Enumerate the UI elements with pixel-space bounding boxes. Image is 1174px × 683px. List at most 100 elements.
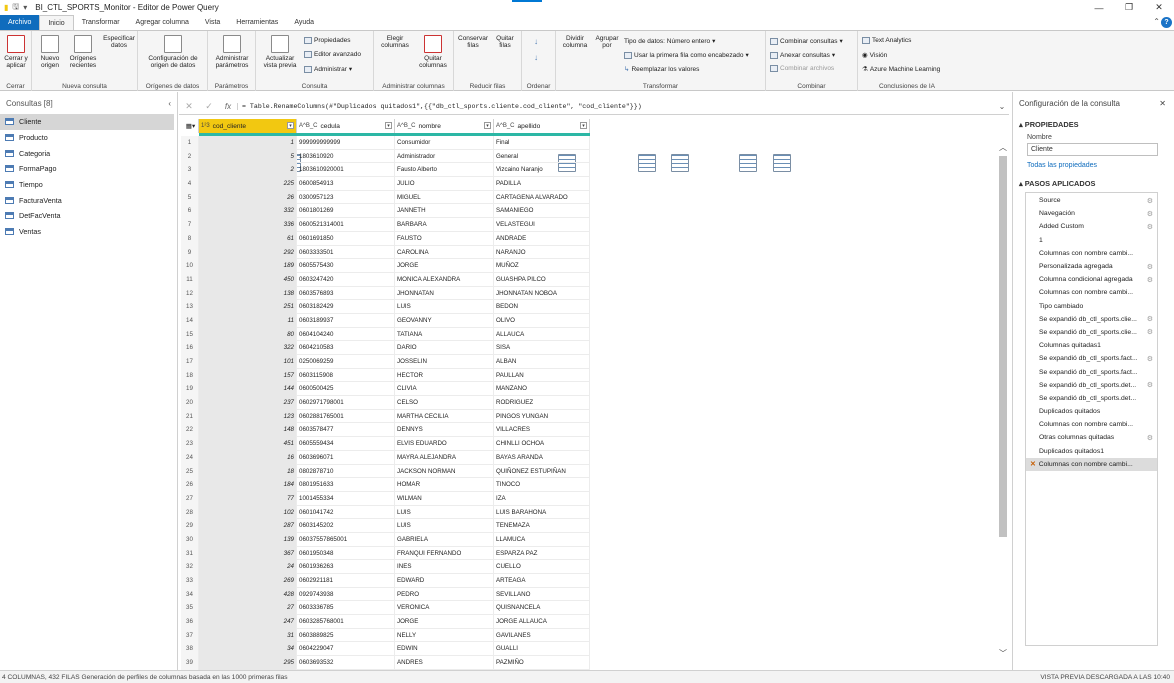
nombre-cell[interactable]: JULIO [395, 177, 494, 191]
row-number[interactable]: 23 [181, 437, 199, 451]
row-number[interactable]: 22 [181, 423, 199, 438]
cedula-cell[interactable]: 0603333501 [297, 245, 395, 260]
cedula-cell[interactable]: 0603182429 [297, 300, 395, 314]
filter-dropdown-icon[interactable]: ▾ [287, 122, 294, 129]
sort-ascending-icon[interactable]: ↓ [534, 37, 538, 46]
applied-step[interactable]: Se expandió db_ctl_sports.clie... ⚙ [1026, 313, 1157, 326]
apellido-cell[interactable]: GUALLI [494, 642, 590, 657]
column-header-cod-cliente[interactable]: 1²3 cod_cliente ▾ [199, 119, 297, 133]
cod-cliente-cell[interactable]: 225 [199, 177, 297, 191]
row-number[interactable]: 3 [181, 163, 199, 178]
row-number[interactable]: 32 [181, 560, 199, 574]
row-number[interactable]: 18 [181, 368, 199, 383]
tab-inicio[interactable]: Inicio [39, 15, 74, 30]
table-row[interactable]: 17 101 0250069259 JOSSELIN ALBAN [181, 355, 590, 369]
table-row[interactable]: 12 138 0603576893 JHONNATAN JHONNATAN NOBOA [181, 286, 590, 301]
cod-cliente-cell[interactable]: 139 [199, 532, 297, 547]
cedula-cell[interactable]: 0602881765001 [297, 409, 395, 424]
replace-values-button[interactable]: ↳ Reemplazar los valores [624, 65, 699, 74]
cod-cliente-cell[interactable]: 292 [199, 245, 297, 260]
keep-rows-button[interactable]: Conservar filas [457, 35, 656, 172]
nombre-cell[interactable]: MONICA ALEXANDRA [395, 272, 494, 287]
cedula-cell[interactable]: 0601936263 [297, 560, 395, 574]
apellido-cell[interactable]: NARANJO [494, 245, 590, 260]
row-number[interactable]: 28 [181, 505, 199, 520]
nombre-cell[interactable]: JANNETH [395, 204, 494, 219]
table-row[interactable]: 4 225 0600854913 JULIO PADILLA [181, 177, 590, 191]
nombre-cell[interactable]: Fausto Alberto [395, 163, 494, 178]
cedula-cell[interactable]: 0603189937 [297, 313, 395, 328]
apellido-cell[interactable]: LLAMUCA [494, 532, 590, 547]
cedula-cell[interactable]: 0604104240 [297, 327, 395, 342]
nombre-cell[interactable]: JORGE [395, 259, 494, 273]
cedula-cell[interactable]: 0600854913 [297, 177, 395, 191]
cod-cliente-cell[interactable]: 251 [199, 300, 297, 314]
all-properties-link[interactable]: Todas las propiedades [1013, 156, 1174, 169]
nombre-cell[interactable]: ELVIS EDUARDO [395, 437, 494, 451]
cedula-cell[interactable]: 1803610920 [297, 149, 395, 164]
cedula-cell[interactable]: 0600521314001 [297, 218, 395, 232]
table-row[interactable]: 24 16 0603696071 MAYRA ALEJANDRA BAYAS ARAND… [181, 450, 590, 465]
step-settings-gear-icon[interactable]: ⚙ [1147, 434, 1153, 442]
table-row[interactable]: 23 451 0605559434 ELVIS EDUARDO CHINLLI OCHO… [181, 437, 590, 451]
cod-cliente-cell[interactable]: 61 [199, 231, 297, 246]
table-row[interactable]: 19 144 0600500425 CLIVIA MANZANO [181, 382, 590, 397]
column-header-apellido[interactable]: A^B_C apellido ▾ [494, 119, 590, 133]
cod-cliente-cell[interactable]: 428 [199, 587, 297, 602]
query-item[interactable]: Tiempo [0, 177, 177, 193]
nombre-cell[interactable]: LUIS [395, 519, 494, 533]
step-settings-gear-icon[interactable]: ⚙ [1147, 315, 1153, 323]
cedula-cell[interactable]: 0603115908 [297, 368, 395, 383]
applied-step[interactable]: Columnas con nombre cambi... [1026, 418, 1157, 431]
query-item[interactable]: FacturaVenta [0, 192, 177, 208]
tab-herramientas[interactable]: Herramientas [228, 15, 286, 30]
tab-ayuda[interactable]: Ayuda [286, 15, 322, 30]
cedula-cell[interactable]: 999999999999 [297, 136, 395, 150]
cod-cliente-cell[interactable]: 184 [199, 478, 297, 492]
cedula-cell[interactable]: 0602971798001 [297, 396, 395, 410]
cedula-cell[interactable]: 1001455334 [297, 491, 395, 506]
advanced-editor-button[interactable]: Editor avanzado [304, 51, 361, 58]
help-icon[interactable]: ? [1161, 17, 1172, 28]
apellido-cell[interactable]: General [494, 149, 590, 164]
manage-button[interactable]: Administrar ▾ [304, 65, 352, 73]
apellido-cell[interactable]: CARTAGENA ALVARADO [494, 190, 590, 205]
cod-cliente-cell[interactable]: 5 [199, 149, 297, 164]
nombre-cell[interactable]: GEOVANNY [395, 313, 494, 328]
cedula-cell[interactable]: 0600500425 [297, 382, 395, 397]
nombre-cell[interactable]: JOSSELIN [395, 355, 494, 369]
cod-cliente-cell[interactable]: 1 [199, 136, 297, 150]
table-row[interactable]: 3 2 1803610920001 Fausto Alberto Vizcaino Na… [181, 163, 590, 178]
table-row[interactable]: 5 26 0300957123 MIGUEL CARTAGENA ALVARADO [181, 190, 590, 205]
cod-cliente-cell[interactable]: 16 [199, 450, 297, 465]
applied-step[interactable]: 1 [1026, 234, 1157, 247]
apellido-cell[interactable]: IZA [494, 491, 590, 506]
maximize-button[interactable]: ❐ [1114, 0, 1144, 15]
apellido-cell[interactable]: VELASTEGUI [494, 218, 590, 232]
cod-cliente-cell[interactable]: 77 [199, 491, 297, 506]
nombre-cell[interactable]: PEDRO [395, 587, 494, 602]
table-row[interactable]: 29 287 0603145202 LUIS TENEMAZA [181, 519, 590, 533]
apellido-cell[interactable]: CUELLO [494, 560, 590, 574]
query-item[interactable]: Categoria [0, 145, 177, 161]
table-menu-icon[interactable]: ▦▾ [181, 119, 199, 133]
apellido-cell[interactable]: RODRIGUEZ [494, 396, 590, 410]
cod-cliente-cell[interactable]: 2 [199, 163, 297, 178]
table-row[interactable]: 39 295 0603693532 ANDRES PAZMIÑO [181, 656, 590, 670]
apellido-cell[interactable]: PAZMIÑO [494, 656, 590, 670]
recent-sources-button[interactable]: Orígenes recientes [66, 35, 100, 69]
tab-transformar[interactable]: Transformar [74, 15, 128, 30]
apellido-cell[interactable]: QUIÑONEZ ESTUPIÑAN [494, 464, 590, 479]
step-settings-gear-icon[interactable]: ⚙ [1147, 210, 1153, 218]
cod-cliente-cell[interactable]: 295 [199, 656, 297, 670]
cedula-cell[interactable]: 0300957123 [297, 190, 395, 205]
query-item[interactable]: FormaPago [0, 161, 177, 177]
row-number[interactable]: 5 [181, 190, 199, 205]
apellido-cell[interactable]: PADILLA [494, 177, 590, 191]
nombre-cell[interactable]: TATIANA [395, 327, 494, 342]
table-row[interactable]: 35 27 0603336785 VERONICA QUISNANCELA [181, 601, 590, 616]
nombre-cell[interactable]: FAUSTO [395, 231, 494, 246]
sort-descending-icon[interactable]: ↓ [534, 53, 538, 62]
table-row[interactable]: 6 332 0601801269 JANNETH SAMANIEGO [181, 204, 590, 219]
table-row[interactable]: 2 5 1803610920 Administrador General [181, 149, 590, 164]
